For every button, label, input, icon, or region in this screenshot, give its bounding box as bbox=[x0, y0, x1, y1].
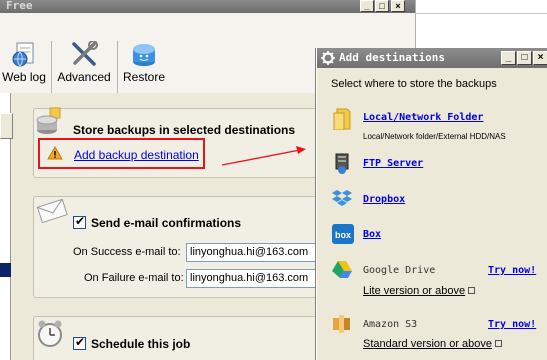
annotation-arrow bbox=[221, 146, 306, 166]
tools-icon bbox=[72, 41, 98, 66]
minimize-button[interactable]: _ bbox=[360, 0, 374, 12]
dialog-minimize-button[interactable]: _ bbox=[501, 51, 516, 65]
restore-label: Restore bbox=[122, 70, 166, 84]
dialog-maximize-button[interactable]: □ bbox=[517, 51, 532, 65]
external-link-icon bbox=[468, 287, 476, 294]
schedule-job-checkbox[interactable] bbox=[73, 335, 86, 350]
dialog-title-bar: Add destinations _ □ × bbox=[317, 48, 547, 68]
dest-amazon-s3: Amazon S3 bbox=[363, 319, 417, 330]
dialog-close-button[interactable]: × bbox=[533, 51, 547, 65]
dest-local-network-folder-label[interactable]: Local/Network Folder bbox=[363, 112, 483, 123]
web-log-icon bbox=[12, 42, 34, 67]
background-window-area bbox=[415, 0, 547, 48]
schedule-section-title: Schedule this job bbox=[91, 337, 191, 351]
restore-icon bbox=[133, 44, 155, 66]
google-drive-version-text[interactable]: Lite version or above bbox=[363, 285, 465, 297]
dest-box[interactable]: Box bbox=[363, 229, 381, 240]
success-email-field[interactable]: linyonghua.hi@163.com bbox=[186, 243, 316, 262]
google-drive-version-link[interactable]: Lite version or above bbox=[363, 285, 476, 297]
left-panel-button[interactable] bbox=[0, 113, 13, 139]
email-section-title: Send e-mail confirmations bbox=[91, 216, 242, 230]
box-icon: box bbox=[332, 224, 354, 244]
dest-google-drive-label: Google Drive bbox=[363, 265, 436, 276]
toolbar-separator bbox=[117, 41, 118, 93]
envelope-icon bbox=[36, 198, 68, 223]
folder-icon bbox=[333, 108, 351, 130]
main-title-bar: Free _ □ × bbox=[0, 0, 415, 13]
send-email-checkbox[interactable] bbox=[73, 214, 86, 229]
highlight-box bbox=[38, 138, 205, 169]
backup-stack-icon bbox=[36, 107, 61, 134]
dest-google-drive: Google Drive bbox=[363, 265, 435, 276]
toolbar-web-log[interactable]: Web log bbox=[2, 41, 46, 84]
toolbar-restore[interactable]: Restore bbox=[122, 41, 166, 84]
close-button[interactable]: × bbox=[391, 0, 405, 12]
dropbox-icon bbox=[332, 190, 352, 206]
backup-section-title: Store backups in selected destinations bbox=[73, 123, 296, 137]
google-drive-try-now-link[interactable]: Try now! bbox=[488, 265, 536, 276]
add-destinations-dialog: Add destinations _ □ × Select where to s… bbox=[316, 48, 547, 360]
success-email-label: On Success e-mail to: bbox=[73, 246, 181, 258]
main-window-title: Free bbox=[6, 0, 33, 12]
dialog-subtitle: Select where to store the backups bbox=[331, 78, 497, 90]
gear-icon bbox=[321, 51, 335, 65]
toolbar-advanced[interactable]: Advanced bbox=[56, 41, 112, 84]
dest-dropbox-label[interactable]: Dropbox bbox=[363, 194, 405, 205]
dest-ftp-server-label[interactable]: FTP Server bbox=[363, 158, 423, 169]
amazon-s3-version-text[interactable]: Standard version or above bbox=[363, 338, 492, 350]
amazon-s3-try-now-link[interactable]: Try now! bbox=[488, 319, 536, 330]
failure-email-label: On Failure e-mail to: bbox=[84, 272, 184, 284]
failure-email-field[interactable]: linyonghua.hi@163.com bbox=[186, 269, 316, 288]
google-drive-icon bbox=[332, 261, 352, 278]
web-log-label: Web log bbox=[2, 70, 46, 84]
external-link-icon bbox=[495, 340, 503, 347]
dest-local-network-folder[interactable]: Local/Network Folder bbox=[363, 112, 483, 123]
ftp-server-icon bbox=[335, 153, 349, 174]
dest-dropbox[interactable]: Dropbox bbox=[363, 194, 405, 205]
alarm-clock-icon bbox=[38, 320, 62, 347]
dest-ftp-server[interactable]: FTP Server bbox=[363, 158, 423, 169]
dest-box-label[interactable]: Box bbox=[363, 229, 381, 240]
advanced-label: Advanced bbox=[57, 70, 111, 84]
dest-amazon-s3-label: Amazon S3 bbox=[363, 319, 418, 330]
background-window-divider bbox=[415, 13, 547, 14]
dest-local-network-folder-desc: Local/Network folder/External HDD/NAS bbox=[363, 132, 506, 141]
maximize-button[interactable]: □ bbox=[375, 0, 389, 12]
amazon-s3-icon bbox=[333, 315, 350, 333]
dialog-title: Add destinations bbox=[339, 51, 445, 64]
amazon-s3-version-link[interactable]: Standard version or above bbox=[363, 338, 503, 350]
svg-text:box: box bbox=[335, 230, 351, 240]
toolbar-separator bbox=[51, 41, 52, 93]
job-list-selected-item[interactable] bbox=[0, 263, 11, 277]
